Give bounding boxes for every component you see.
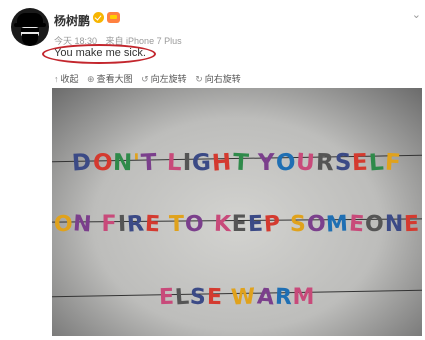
banner-letter: S: [289, 211, 307, 238]
banner-letter: T: [169, 211, 186, 238]
banner-letter: [280, 212, 290, 237]
banner-letter: E: [351, 149, 370, 177]
rotate-left-icon: ↺: [141, 74, 149, 84]
banner-letter: L: [173, 284, 191, 311]
username[interactable]: 杨树鹏: [54, 12, 90, 29]
chevron-down-icon[interactable]: ⌄: [412, 8, 421, 21]
banner-letter: O: [53, 211, 75, 238]
view-large-button[interactable]: ⊕ 查看大图: [87, 72, 133, 85]
banner-letter: R: [274, 284, 293, 311]
banner-letter: [92, 212, 102, 237]
banner-letter: N: [72, 211, 94, 238]
banner-letter: D: [71, 149, 94, 177]
collapse-up-icon: ↑: [54, 74, 59, 84]
collapse-button[interactable]: ↑ 收起: [54, 72, 79, 85]
banner-letter: E: [348, 211, 367, 238]
banner-letter: P: [263, 211, 282, 238]
banner-letter: T: [231, 149, 250, 177]
banner-line-2: ON FIRE TO KEEP SOMEONE: [52, 211, 422, 238]
banner-letter: Y: [257, 149, 277, 177]
post-image[interactable]: DON'T LIGHT YOURSELF ON FIRE TO KEEP SOM…: [52, 88, 422, 336]
banner-letter: T: [140, 149, 159, 177]
banner-letter: E: [247, 211, 265, 238]
banner-letter: E: [158, 284, 176, 311]
banner-letter: E: [403, 211, 421, 238]
banner-letter: S: [334, 150, 353, 176]
banner-letter: U: [295, 149, 318, 177]
banner-letter: O: [364, 211, 386, 238]
verified-badge-icon: [93, 12, 104, 23]
banner-letter: F: [101, 212, 118, 237]
banner-letter: M: [292, 285, 316, 310]
annotation-circle: [42, 44, 156, 64]
banner-letter: H: [211, 149, 234, 177]
banner-letter: L: [166, 149, 184, 177]
banner-letter: O: [91, 149, 114, 177]
banner-letter: K: [213, 211, 233, 238]
rotate-right-icon: ↻: [195, 74, 203, 84]
banner-letter: G: [191, 149, 213, 177]
rotate-right-button[interactable]: ↻ 向右旋转: [195, 72, 241, 85]
rotate-left-button[interactable]: ↺ 向左旋转: [141, 72, 187, 85]
banner-letter: O: [184, 211, 206, 238]
banner-line-3: ELSE WARM: [52, 284, 422, 311]
banner-letter: E: [231, 212, 248, 237]
banner-letter: S: [189, 284, 208, 311]
banner-letter: N: [112, 149, 134, 177]
banner-letter: E: [143, 211, 162, 238]
banner-letter: R: [125, 211, 146, 238]
avatar[interactable]: [11, 8, 49, 46]
banner-letter: N: [384, 212, 405, 237]
image-toolbar: ↑ 收起 ⊕ 查看大图 ↺ 向左旋转 ↻ 向右旋转: [54, 72, 247, 85]
banner-letter: F: [384, 149, 403, 177]
banner-letter: E: [206, 284, 223, 311]
banner-line-1: DON'T LIGHT YOURSELF: [52, 149, 422, 177]
banner-letter: O: [275, 149, 298, 177]
banner-letter: A: [255, 284, 276, 311]
zoom-icon: ⊕: [87, 74, 95, 84]
banner-letter: M: [325, 211, 350, 238]
banner-letter: R: [315, 149, 336, 177]
banner-letter: O: [306, 211, 327, 238]
member-badge-icon: [107, 12, 120, 23]
banner-letter: W: [230, 284, 258, 311]
banner-letter: L: [368, 149, 386, 177]
